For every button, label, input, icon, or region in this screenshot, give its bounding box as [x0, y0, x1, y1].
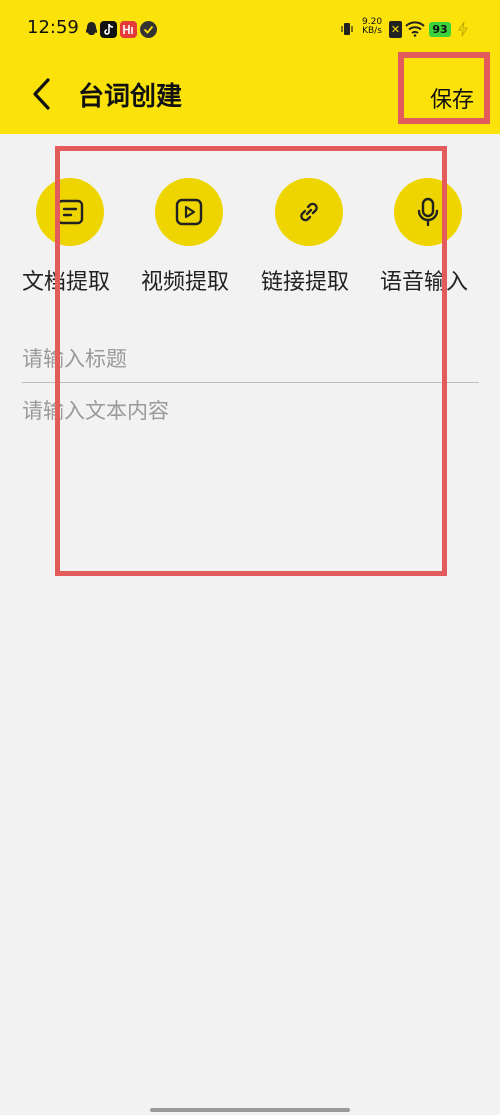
wifi-icon — [405, 21, 425, 37]
tool-label: 语音输入 — [380, 270, 469, 295]
title-input[interactable] — [22, 336, 479, 383]
no-sim-icon: ✕ — [389, 21, 402, 38]
qq-notification-icon — [83, 21, 100, 38]
microphone-icon — [417, 197, 439, 227]
tool-link-extract[interactable]: 链接提取 — [255, 178, 375, 298]
charging-icon — [458, 21, 468, 37]
vibrate-icon — [341, 23, 353, 35]
network-speed: 9.20 KB/s — [362, 18, 382, 36]
play-icon — [175, 198, 203, 226]
tool-label: 文档提取 — [22, 270, 111, 295]
tool-voice-input[interactable]: 语音输入 — [374, 178, 494, 298]
tool-video-extract[interactable]: 视频提取 — [135, 178, 255, 298]
tool-label: 视频提取 — [141, 270, 230, 295]
app-notification-icon — [120, 21, 137, 38]
tool-circle — [36, 178, 104, 246]
network-speed-unit: KB/s — [362, 26, 382, 36]
tool-circle — [155, 178, 223, 246]
back-arrow-icon[interactable] — [28, 76, 56, 112]
link-icon — [300, 202, 318, 222]
tool-circle — [394, 178, 462, 246]
save-highlight-box — [398, 52, 490, 124]
document-icon — [56, 199, 84, 225]
tiktok-notification-icon — [100, 21, 117, 38]
verified-notification-icon — [140, 21, 157, 38]
page-title: 台词创建 — [78, 82, 183, 112]
battery-indicator: 93 — [429, 22, 451, 37]
status-time: 12:59 — [27, 17, 79, 38]
extraction-tools: 文档提取 视频提取 链接提取 语音输入 — [0, 178, 500, 298]
tool-label: 链接提取 — [261, 270, 350, 295]
tool-document-extract[interactable]: 文档提取 — [16, 178, 136, 298]
home-indicator[interactable] — [150, 1108, 350, 1112]
tool-circle — [275, 178, 343, 246]
content-textarea[interactable] — [22, 395, 479, 695]
